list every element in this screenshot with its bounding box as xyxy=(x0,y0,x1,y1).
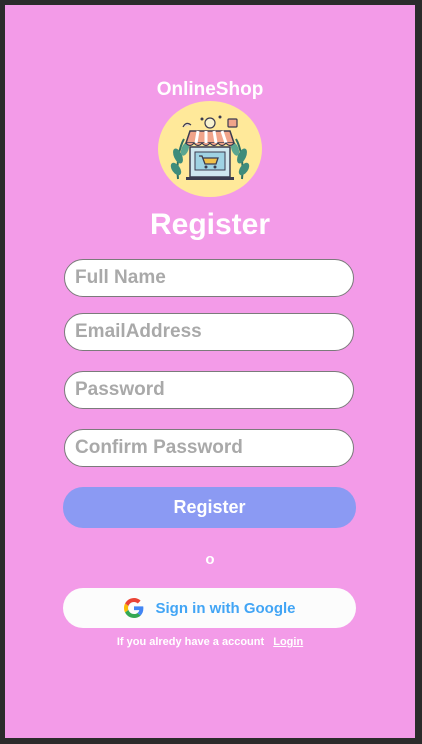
google-sign-in-button[interactable]: Sign in with Google xyxy=(63,588,356,628)
or-divider-text: o xyxy=(205,551,215,568)
login-prompt: If you alredy have a account Login xyxy=(5,636,415,648)
register-screen: OnlineShop Register Full Name EmailAddre… xyxy=(5,5,415,738)
register-button[interactable]: Register xyxy=(63,487,356,528)
password-input[interactable] xyxy=(64,371,354,409)
email-input[interactable] xyxy=(64,313,354,351)
full-name-input[interactable] xyxy=(64,259,354,297)
shop-logo-icon xyxy=(158,101,262,197)
confirm-password-input[interactable] xyxy=(64,429,354,467)
page-title: Register xyxy=(149,208,271,241)
brand-name: OnlineShop xyxy=(156,79,264,100)
login-prompt-text: If you alredy have a account xyxy=(116,636,265,648)
google-button-label: Sign in with Google xyxy=(155,599,296,617)
google-g-icon xyxy=(123,598,144,618)
login-link[interactable]: Login xyxy=(273,636,303,648)
